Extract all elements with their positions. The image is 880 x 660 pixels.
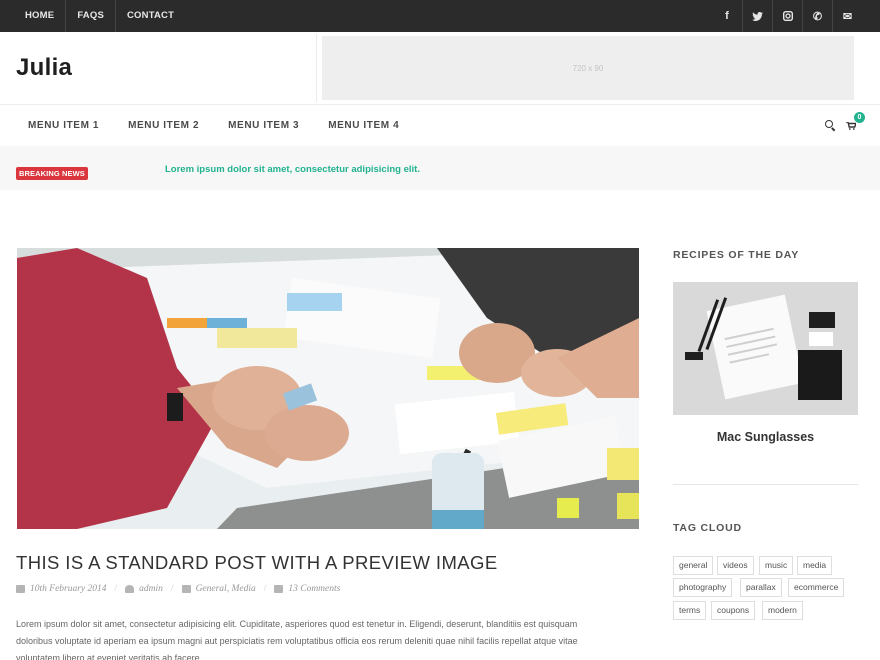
post-excerpt: Lorem ipsum dolor sit amet, consectetur … bbox=[16, 619, 578, 660]
cart-button[interactable]: 0 bbox=[846, 112, 865, 134]
facebook-icon[interactable]: f bbox=[712, 0, 742, 32]
post-comments[interactable]: 13 Comments bbox=[288, 584, 340, 594]
comments-icon bbox=[274, 585, 284, 593]
top-link-home[interactable]: HOME bbox=[14, 0, 67, 32]
social-links: f ✆ ✉ bbox=[712, 0, 862, 32]
meta-separator: / bbox=[170, 584, 174, 594]
recipe-photo bbox=[673, 282, 858, 415]
search-icon[interactable] bbox=[824, 119, 838, 133]
tag-item[interactable]: ecommerce bbox=[788, 578, 845, 597]
instagram-icon[interactable] bbox=[772, 0, 802, 32]
meta-separator: / bbox=[114, 584, 118, 594]
folder-icon bbox=[181, 585, 191, 593]
main-menu: MENU ITEM 1 MENU ITEM 2 MENU ITEM 3 MENU… bbox=[28, 105, 428, 147]
calendar-icon bbox=[16, 585, 25, 593]
menu-item-3[interactable]: MENU ITEM 3 bbox=[228, 105, 299, 147]
post-preview-image[interactable] bbox=[17, 248, 639, 529]
twitter-icon[interactable] bbox=[742, 0, 772, 32]
phone-icon[interactable]: ✆ bbox=[802, 0, 832, 32]
tag-item[interactable]: modern bbox=[762, 601, 803, 620]
meta-separator: / bbox=[263, 584, 267, 594]
cart-count-badge: 0 bbox=[854, 112, 865, 123]
user-icon bbox=[125, 585, 135, 593]
cart-icon bbox=[846, 122, 856, 130]
post-categories[interactable]: General, Media bbox=[196, 584, 256, 594]
site-logo[interactable]: Julia bbox=[16, 54, 72, 82]
breaking-news-label: BREAKING NEWS bbox=[16, 167, 88, 180]
tag-item[interactable]: photography bbox=[673, 578, 733, 597]
nav-icons: 0 bbox=[824, 105, 865, 147]
main-nav: MENU ITEM 1 MENU ITEM 2 MENU ITEM 3 MENU… bbox=[0, 104, 880, 146]
recipe-image[interactable] bbox=[673, 282, 858, 415]
tag-item[interactable]: videos bbox=[717, 556, 754, 575]
tag-item[interactable]: media bbox=[797, 556, 833, 575]
recipe-title[interactable]: Mac Sunglasses bbox=[673, 430, 858, 444]
top-links: HOME FAQS CONTACT bbox=[14, 0, 185, 32]
menu-item-4[interactable]: MENU ITEM 4 bbox=[328, 105, 399, 147]
ad-size-label: 720 x 90 bbox=[572, 64, 604, 73]
recipes-widget-title: RECIPES OF THE DAY bbox=[673, 249, 800, 261]
tag-item[interactable]: general bbox=[673, 556, 714, 575]
menu-item-2[interactable]: MENU ITEM 2 bbox=[128, 105, 199, 147]
ad-banner[interactable]: 720 x 90 bbox=[322, 36, 854, 100]
breaking-news-badge: BREAKING NEWS bbox=[16, 163, 88, 181]
post-meta: 10th February 2014 / admin / General, Me… bbox=[16, 584, 340, 594]
email-icon[interactable]: ✉ bbox=[832, 0, 862, 32]
menu-item-1[interactable]: MENU ITEM 1 bbox=[28, 105, 99, 147]
top-link-faqs[interactable]: FAQS bbox=[66, 0, 116, 32]
post-photo bbox=[17, 248, 639, 529]
post-title[interactable]: THIS IS A STANDARD POST WITH A PREVIEW I… bbox=[16, 552, 498, 574]
tag-item[interactable]: coupons bbox=[711, 601, 756, 620]
tag-item[interactable]: parallax bbox=[740, 578, 782, 597]
site-header: Julia 720 x 90 bbox=[0, 32, 880, 104]
post-date: 10th February 2014 bbox=[30, 584, 107, 594]
breaking-news-bar bbox=[0, 146, 880, 190]
breaking-news-text[interactable]: Lorem ipsum dolor sit amet, consectetur … bbox=[165, 164, 420, 175]
sidebar-divider bbox=[673, 484, 858, 485]
top-bar: HOME FAQS CONTACT f ✆ ✉ bbox=[0, 0, 880, 32]
post-author[interactable]: admin bbox=[139, 584, 163, 594]
tag-item[interactable]: terms bbox=[673, 601, 707, 620]
header-divider bbox=[316, 34, 317, 102]
tagcloud-widget-title: TAG CLOUD bbox=[673, 522, 742, 534]
tag-item[interactable]: music bbox=[759, 556, 794, 575]
top-link-contact[interactable]: CONTACT bbox=[116, 0, 185, 32]
